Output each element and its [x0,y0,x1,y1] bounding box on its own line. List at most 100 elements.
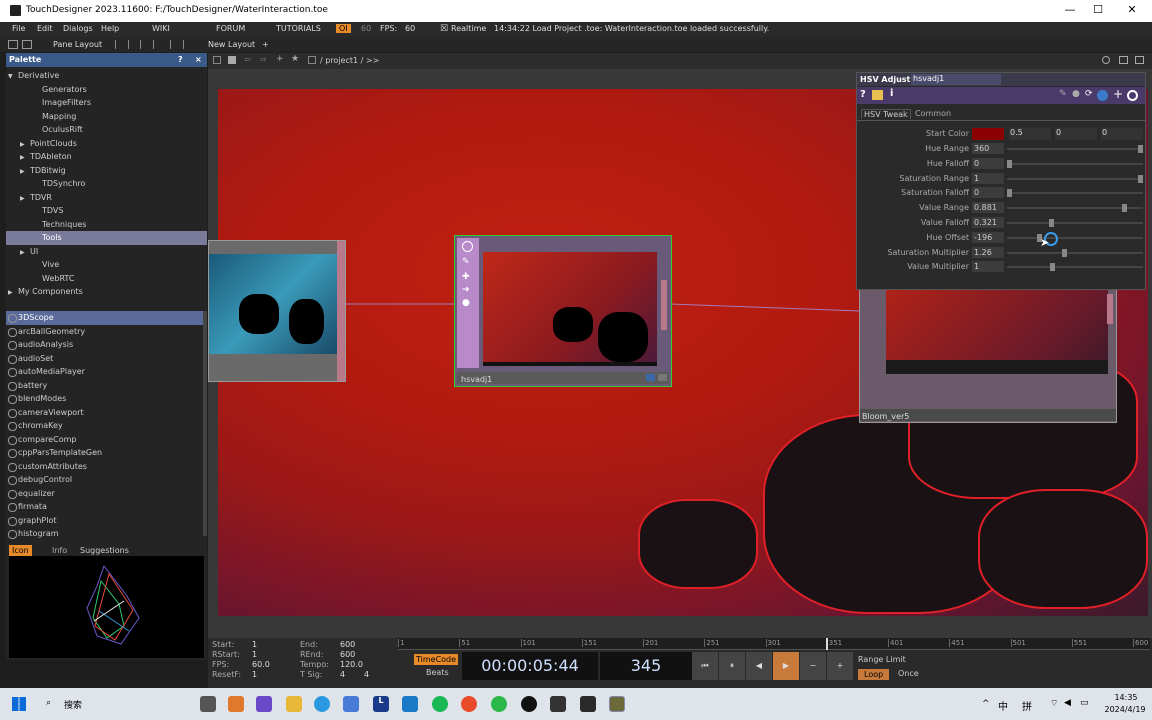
param-slider-handle[interactable] [1062,248,1068,257]
volume-icon[interactable]: ◀ [1064,698,1071,708]
palette-tree-item[interactable]: OculusRift [6,123,207,137]
component-list-item[interactable]: battery [6,379,207,393]
play-button[interactable]: ▶ [773,652,799,680]
start-color-g[interactable]: 0 [1055,128,1097,140]
store-icon[interactable] [343,696,359,712]
palette-tree-item[interactable]: ▼ Derivative [6,69,207,83]
param-value-field[interactable]: 1 [972,261,1004,273]
palette-tree-item[interactable]: ImageFilters [6,96,207,110]
palette-tree-item[interactable]: Techniques [6,218,207,232]
timecode-button[interactable]: TimeCode [414,654,459,665]
node-output-connector[interactable] [661,280,667,330]
widgets-icon[interactable] [200,696,216,712]
resetf-value[interactable]: 1 [252,670,257,679]
expand-arrow-icon[interactable]: ▶ [20,138,30,152]
capture-icon[interactable] [580,696,596,712]
component-list-item[interactable]: customAttributes [6,460,207,474]
clock-time[interactable]: 14:35 [1104,693,1148,702]
palette-tree-item[interactable]: WebRTC [6,272,207,286]
frame-display[interactable]: 345 [600,652,692,680]
node-name-label[interactable]: hsvadj1 [461,375,492,384]
menu-help[interactable]: Help [101,24,119,33]
param-slider-handle[interactable] [1138,174,1143,183]
timecode-display[interactable]: 00:00:05:44 [462,652,598,680]
input-top-node[interactable] [208,240,346,382]
param-slider-track[interactable] [1007,251,1143,254]
chat-icon[interactable] [256,696,272,712]
param-value-field[interactable]: 360 [972,143,1004,154]
expand-arrow-icon[interactable]: ▶ [8,286,18,300]
beats-button[interactable]: Beats [426,668,449,677]
clock-date[interactable]: 2024/4/19 [1102,705,1148,714]
windows-start-icon[interactable] [12,697,26,711]
timeline-fps-value[interactable]: 60.0 [252,660,270,669]
link-forum[interactable]: FORUM [216,24,245,33]
ime-language[interactable]: 中 [998,698,1008,713]
expand-arrow-icon[interactable]: ▶ [20,246,30,260]
link-tutorials[interactable]: TUTORIALS [276,24,321,33]
vs-icon[interactable] [550,696,566,712]
comment-icon[interactable]: ● [1072,89,1080,99]
once-button[interactable]: Once [898,669,919,678]
python-icon[interactable] [1097,90,1108,101]
wechat-icon[interactable] [491,696,507,712]
tab-common[interactable]: Common [915,109,951,118]
palette-help-button[interactable]: ? [178,55,183,64]
palette-tree-item[interactable]: ▶ UI [6,245,207,259]
viewer-flag-icon[interactable] [646,374,655,381]
edit-icon[interactable]: ✎ [462,257,474,267]
lock-icon[interactable]: ● [462,298,474,308]
expand-arrow-icon[interactable]: ▼ [8,70,18,84]
step-back-button[interactable]: ◀ [746,652,772,680]
component-list-item[interactable]: autoMediaPlayer [6,365,207,379]
param-value-field[interactable]: 0 [972,187,1004,199]
param-slider-track[interactable] [1007,222,1143,224]
hsvadj1-node[interactable]: ✎ ✚ ➜ ● hsvadj1 [454,235,672,387]
timeline-ruler[interactable]: 1 51 101 151 201 251 301 351 401 451 501 551 600 [398,638,1150,650]
taskbar-search[interactable]: 搜索 [64,698,82,711]
clone-icon[interactable]: ✚ [462,272,474,282]
param-slider-handle[interactable] [1007,159,1012,168]
palette-tree-item[interactable]: Vive [6,258,207,272]
param-slider-handle[interactable] [1138,145,1143,153]
rend-value[interactable]: 600 [340,650,355,659]
menu-edit[interactable]: Edit [37,24,53,33]
pencil-icon[interactable]: ✎ [1059,89,1067,99]
start-color-r[interactable]: 0.5 [1009,128,1051,140]
param-slider-handle[interactable] [1007,189,1012,198]
param-slider-track[interactable] [1007,162,1143,165]
rstart-value[interactable]: 1 [252,650,257,659]
add-icon[interactable]: + [1113,87,1123,101]
maximize-button[interactable]: ☐ [1088,3,1108,16]
oi-indicator[interactable]: OI [336,24,351,33]
pane-layout-icon[interactable] [8,40,18,49]
param-slider-track[interactable] [1007,177,1143,180]
component-list-item[interactable]: audioSet [6,352,207,366]
tray-chevron-icon[interactable]: ^ [982,699,990,709]
node-output-connector[interactable] [337,241,345,381]
python-help-icon[interactable] [872,90,883,100]
param-slider-handle[interactable] [1048,219,1054,227]
palette-tree-item[interactable]: ▶ TDVR [6,191,207,205]
split-vertical-icon[interactable] [140,40,154,49]
wifi-icon[interactable]: ⌔ [1050,698,1058,709]
component-list-item[interactable]: compareComp [6,433,207,447]
info-icon[interactable]: i [890,88,893,99]
pause-button[interactable]: ⏸ [719,652,745,680]
close-button[interactable]: ✕ [1122,3,1142,16]
param-slider-track[interactable] [1007,236,1143,239]
node-name-label[interactable]: Bloom_ver5 [862,412,909,421]
add-layout-button[interactable]: + [262,40,269,49]
palette-tree-item[interactable]: Tools [6,231,207,245]
param-slider-track[interactable] [1007,192,1143,195]
tsig-denominator[interactable]: 4 [364,670,369,679]
palette-tree-item[interactable]: Mapping [6,110,207,124]
param-value-field[interactable]: 1.26 [972,246,1004,258]
fast-forward-button[interactable]: + [827,652,853,680]
palette-tree-item[interactable]: Generators [6,83,207,97]
component-list-item[interactable]: blendModes [6,392,207,406]
palette-tree-item[interactable]: ▶ TDAbleton [6,150,207,164]
firefox-icon[interactable] [461,696,477,712]
realtime-checkbox-icon[interactable]: ☒ [440,24,448,34]
tab-hsv-tweak[interactable]: HSV Tweak [861,109,911,119]
